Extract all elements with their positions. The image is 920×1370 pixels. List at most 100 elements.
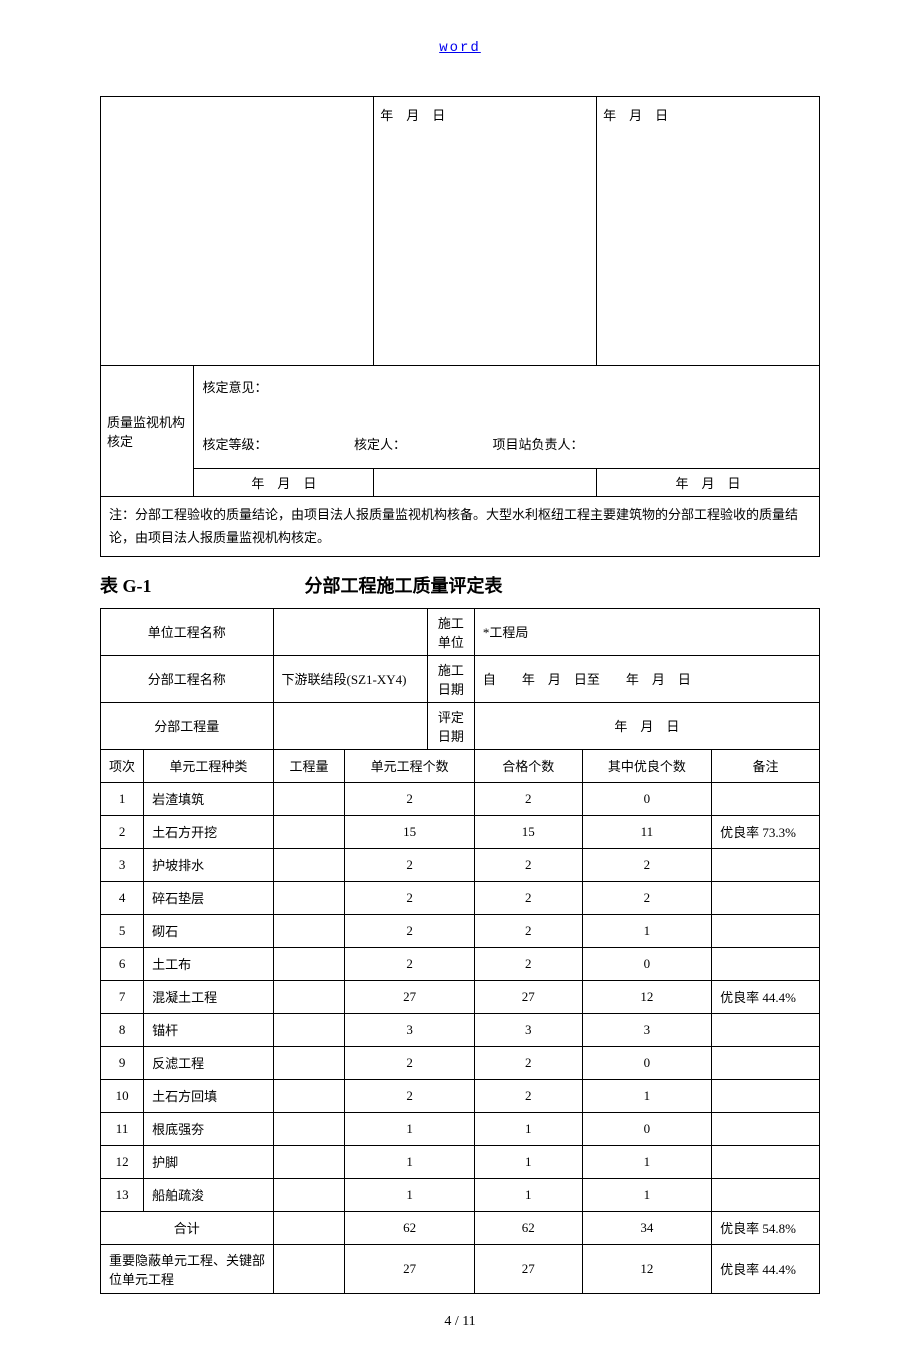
cell-qty — [273, 848, 345, 881]
table-row: 10土石方回填221 — [101, 1079, 820, 1112]
total-pass-count: 62 — [474, 1211, 582, 1244]
reviewer-label: 核定人： — [354, 437, 406, 452]
review-opinion-label: 核定意见： — [202, 374, 811, 403]
cell-excellent-count: 1 — [582, 914, 711, 947]
note-cell: 注：分部工程验收的质量结论，由项目法人报质量监视机构核备。大型水利枢纽工程主要建… — [101, 496, 820, 556]
cell-seq: 11 — [101, 1112, 144, 1145]
cell-pass-count: 2 — [474, 914, 582, 947]
important-excellent-count: 12 — [582, 1244, 711, 1293]
cell-seq: 1 — [101, 782, 144, 815]
cell-pass-count: 15 — [474, 815, 582, 848]
cell-type: 砌石 — [144, 914, 273, 947]
cell-pass-count: 1 — [474, 1112, 582, 1145]
cell-excellent-count: 3 — [582, 1013, 711, 1046]
cell-remark — [712, 947, 820, 980]
cell-unit-count: 2 — [345, 782, 474, 815]
evaluation-table: 单位工程名称 施工单位 *工程局 分部工程名称 下游联结段(SZ1-XY4) 施… — [100, 608, 820, 1294]
const-unit-value: *工程局 — [474, 608, 819, 655]
review-content: 核定意见： 核定等级： 核定人： 项目站负责人： — [194, 366, 820, 469]
sub-qty-label: 分部工程量 — [101, 702, 274, 749]
cell-pass-count: 2 — [474, 782, 582, 815]
cell-type: 护坡排水 — [144, 848, 273, 881]
table-row: 12护脚111 — [101, 1145, 820, 1178]
cell-seq: 7 — [101, 980, 144, 1013]
cell-seq: 2 — [101, 815, 144, 848]
table-row: 13船舶疏浚111 — [101, 1178, 820, 1211]
cell-remark — [712, 1178, 820, 1211]
cell-unit-count: 2 — [345, 881, 474, 914]
cell-qty — [273, 1013, 345, 1046]
cell-qty — [273, 881, 345, 914]
cell-remark — [712, 1145, 820, 1178]
cell-remark: 优良率 44.4% — [712, 980, 820, 1013]
cell-unit-count: 1 — [345, 1112, 474, 1145]
cell-qty — [273, 1145, 345, 1178]
cell-unit-count: 2 — [345, 914, 474, 947]
table-row: 1岩渣填筑220 — [101, 782, 820, 815]
empty-cell-1 — [101, 97, 374, 366]
cell-remark — [712, 1013, 820, 1046]
cell-remark — [712, 1046, 820, 1079]
table-row: 6土工布220 — [101, 947, 820, 980]
header-link: word — [100, 40, 820, 56]
page-footer: 4 / 11 — [100, 1314, 820, 1330]
sub-proj-value: 下游联结段(SZ1-XY4) — [273, 655, 427, 702]
sub-proj-label: 分部工程名称 — [101, 655, 274, 702]
eval-date-label: 评定日期 — [427, 702, 474, 749]
sub-qty-value — [273, 702, 427, 749]
table-row: 9反滤工程220 — [101, 1046, 820, 1079]
cell-qty — [273, 815, 345, 848]
cell-type: 土石方回填 — [144, 1079, 273, 1112]
empty-mid — [374, 468, 597, 496]
important-pass-count: 27 — [474, 1244, 582, 1293]
cell-type: 锚杆 — [144, 1013, 273, 1046]
cell-pass-count: 27 — [474, 980, 582, 1013]
important-qty — [273, 1244, 345, 1293]
table-row: 4碎石垫层222 — [101, 881, 820, 914]
table-row: 7混凝土工程272712优良率 44.4% — [101, 980, 820, 1013]
cell-unit-count: 2 — [345, 1046, 474, 1079]
cell-type: 土石方开挖 — [144, 815, 273, 848]
cell-seq: 8 — [101, 1013, 144, 1046]
cell-seq: 10 — [101, 1079, 144, 1112]
cell-excellent-count: 2 — [582, 881, 711, 914]
cell-seq: 4 — [101, 881, 144, 914]
cell-excellent-count: 12 — [582, 980, 711, 1013]
th-excellent-count: 其中优良个数 — [582, 749, 711, 782]
cell-seq: 6 — [101, 947, 144, 980]
review-org-label: 质量监视机构核定 — [101, 366, 194, 497]
const-unit-label: 施工单位 — [427, 608, 474, 655]
page-title-row: 表 G-1 分部工程施工质量评定表 — [100, 572, 820, 598]
cell-excellent-count: 0 — [582, 1112, 711, 1145]
project-lead-label: 项目站负责人： — [493, 437, 584, 452]
total-unit-count: 62 — [345, 1211, 474, 1244]
table-row: 3护坡排水222 — [101, 848, 820, 881]
cell-qty — [273, 1079, 345, 1112]
cell-remark — [712, 1112, 820, 1145]
top-signature-table: 年 月 日 年 月 日 质量监视机构核定 核定意见： 核定等级： 核定人： 项目… — [100, 96, 820, 557]
cell-remark — [712, 1079, 820, 1112]
table-row: 2土石方开挖151511优良率 73.3% — [101, 815, 820, 848]
review-grade-label: 核定等级： — [202, 437, 267, 452]
cell-qty — [273, 1178, 345, 1211]
const-date-value: 自 年 月 日至 年 月 日 — [474, 655, 819, 702]
cell-excellent-count: 0 — [582, 947, 711, 980]
important-remark: 优良率 44.4% — [712, 1244, 820, 1293]
cell-pass-count: 3 — [474, 1013, 582, 1046]
cell-remark: 优良率 73.3% — [712, 815, 820, 848]
cell-pass-count: 2 — [474, 947, 582, 980]
cell-excellent-count: 11 — [582, 815, 711, 848]
cell-type: 根底强夯 — [144, 1112, 273, 1145]
th-unit-count: 单元工程个数 — [345, 749, 474, 782]
unit-proj-value — [273, 608, 427, 655]
cell-excellent-count: 0 — [582, 782, 711, 815]
cell-pass-count: 2 — [474, 848, 582, 881]
important-unit-count: 27 — [345, 1244, 474, 1293]
cell-remark — [712, 782, 820, 815]
cell-seq: 3 — [101, 848, 144, 881]
review-date-1: 年 月 日 — [194, 468, 374, 496]
total-label: 合计 — [101, 1211, 274, 1244]
const-date-label: 施工日期 — [427, 655, 474, 702]
cell-pass-count: 2 — [474, 881, 582, 914]
cell-remark — [712, 881, 820, 914]
